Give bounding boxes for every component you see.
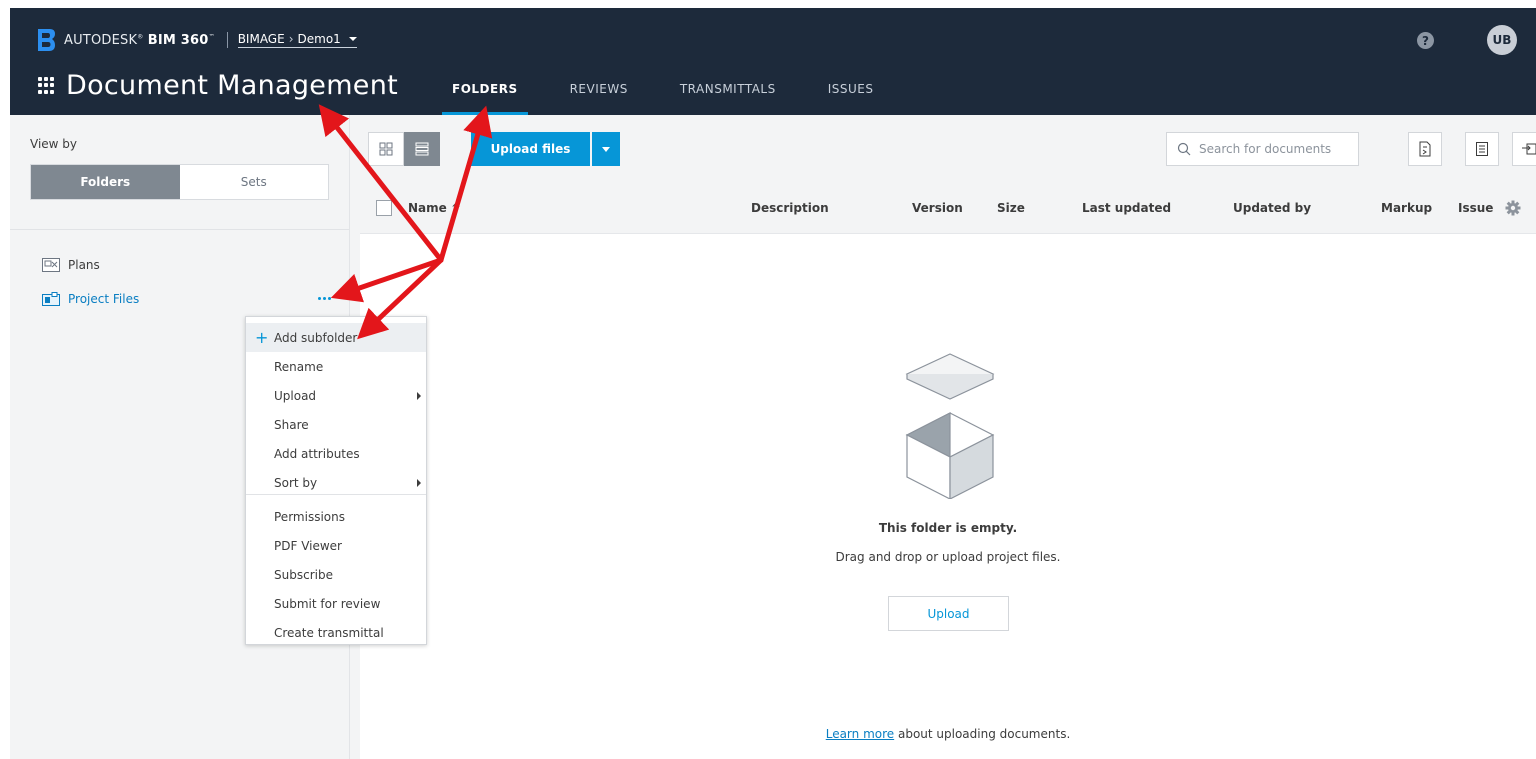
tree-item-label: Project Files bbox=[68, 292, 140, 306]
empty-state-title: This folder is empty. bbox=[878, 521, 1018, 535]
app-switcher-icon[interactable] bbox=[38, 76, 56, 95]
grid-view-button[interactable] bbox=[368, 132, 404, 166]
menu-item-share[interactable]: Share bbox=[246, 410, 426, 439]
view-by-toggle: Folders Sets bbox=[30, 164, 329, 200]
breadcrumb-arrow: › bbox=[288, 32, 294, 46]
chevron-down-icon[interactable] bbox=[348, 37, 357, 41]
project-files-folder-icon bbox=[42, 292, 60, 306]
empty-folder-box-icon bbox=[905, 353, 995, 499]
gear-icon[interactable] bbox=[1505, 200, 1521, 216]
folder-more-options-icon[interactable] bbox=[318, 297, 331, 300]
view-by-label: View by bbox=[30, 137, 78, 151]
chevron-down-icon bbox=[602, 146, 610, 152]
column-header-markup[interactable]: Markup bbox=[1381, 201, 1432, 215]
documents-toolbar: Upload files bbox=[360, 115, 1536, 182]
sidebar-divider bbox=[10, 229, 349, 230]
list-view-button[interactable] bbox=[404, 132, 440, 166]
brand-separator bbox=[226, 32, 228, 48]
bim360-logo-icon bbox=[38, 29, 55, 51]
breadcrumb-account[interactable]: BIMAGE bbox=[238, 32, 285, 46]
folder-context-menu: + Add subfolder Rename Upload Share Add … bbox=[245, 316, 427, 645]
menu-separator bbox=[246, 494, 426, 495]
column-header-updated-by[interactable]: Updated by bbox=[1233, 201, 1311, 215]
plans-folder-icon bbox=[42, 258, 60, 272]
module-tabs: FOLDERS REVIEWS TRANSMITTALS ISSUES bbox=[442, 82, 926, 115]
upload-dropdown-button[interactable] bbox=[592, 132, 620, 166]
column-header-description[interactable]: Description bbox=[751, 201, 829, 215]
menu-item-rename[interactable]: Rename bbox=[246, 352, 426, 381]
column-header-version[interactable]: Version bbox=[912, 201, 963, 215]
menu-item-add-attributes[interactable]: Add attributes bbox=[246, 439, 426, 468]
project-breadcrumb[interactable]: BIMAGE › Demo1 bbox=[237, 32, 357, 48]
segment-sets[interactable]: Sets bbox=[179, 165, 328, 199]
document-compare-icon bbox=[1419, 141, 1431, 157]
tree-item-label: Plans bbox=[68, 258, 100, 272]
tab-folders[interactable]: FOLDERS bbox=[442, 82, 528, 115]
search-box[interactable] bbox=[1166, 132, 1359, 166]
select-all-checkbox[interactable] bbox=[376, 200, 392, 216]
plus-icon: + bbox=[255, 328, 269, 347]
sort-ascending-icon: ^ bbox=[450, 201, 462, 215]
menu-item-add-subfolder[interactable]: + Add subfolder bbox=[246, 323, 426, 352]
column-header-last-updated[interactable]: Last updated bbox=[1082, 201, 1171, 215]
menu-item-permissions[interactable]: Permissions bbox=[246, 502, 426, 531]
grid-view-icon bbox=[379, 142, 393, 156]
tree-item-plans[interactable]: Plans bbox=[42, 258, 100, 272]
menu-item-create-transmittal[interactable]: Create transmittal bbox=[246, 618, 426, 647]
menu-item-subscribe[interactable]: Subscribe bbox=[246, 560, 426, 589]
user-avatar[interactable]: UB bbox=[1487, 25, 1517, 55]
brand-row: AUTODESK® BIM 360™ BIMAGE › Demo1 bbox=[38, 28, 357, 52]
report-icon bbox=[1476, 142, 1488, 156]
learn-more-text: Learn more about uploading documents. bbox=[825, 727, 1071, 741]
app-title-row: Document Management bbox=[38, 70, 398, 101]
list-view-icon bbox=[415, 142, 429, 156]
menu-item-upload[interactable]: Upload bbox=[246, 381, 426, 410]
app-title: Document Management bbox=[66, 70, 399, 101]
submenu-arrow-icon bbox=[417, 479, 421, 487]
upload-button[interactable]: Upload bbox=[888, 596, 1009, 631]
column-header-name[interactable]: Name ^ bbox=[408, 201, 461, 215]
documents-table-header: Name ^ Description Version Size Last upd… bbox=[360, 182, 1536, 234]
search-input[interactable] bbox=[1199, 142, 1349, 156]
submenu-arrow-icon bbox=[417, 392, 421, 400]
documents-pane: Upload files Search for documents Name ^… bbox=[360, 115, 1536, 759]
search-icon bbox=[1177, 142, 1191, 156]
segment-folders[interactable]: Folders bbox=[31, 165, 180, 199]
report-button[interactable] bbox=[1465, 132, 1499, 166]
tree-item-project-files[interactable]: Project Files bbox=[42, 292, 139, 306]
document-compare-button[interactable] bbox=[1408, 132, 1442, 166]
column-header-issue[interactable]: Issue bbox=[1458, 201, 1502, 215]
upload-files-button[interactable]: Upload files bbox=[471, 132, 590, 166]
column-header-size[interactable]: Size bbox=[997, 201, 1025, 215]
menu-item-submit-for-review[interactable]: Submit for review bbox=[246, 589, 426, 618]
brand-name: AUTODESK® BIM 360™ bbox=[64, 32, 215, 48]
tab-issues[interactable]: ISSUES bbox=[828, 82, 874, 115]
tab-transmittals[interactable]: TRANSMITTALS bbox=[680, 82, 776, 115]
empty-state-subtitle: Drag and drop or upload project files. bbox=[835, 550, 1061, 564]
breadcrumb-project[interactable]: Demo1 bbox=[298, 32, 341, 46]
export-icon bbox=[1522, 143, 1536, 155]
help-icon[interactable]: ? bbox=[1417, 32, 1434, 49]
menu-item-pdf-viewer[interactable]: PDF Viewer bbox=[246, 531, 426, 560]
menu-item-sort-by[interactable]: Sort by bbox=[246, 468, 426, 497]
bim360-app: AUTODESK® BIM 360™ BIMAGE › Demo1 ? UB D… bbox=[10, 8, 1536, 759]
export-button[interactable] bbox=[1512, 132, 1536, 166]
app-header: AUTODESK® BIM 360™ BIMAGE › Demo1 ? UB D… bbox=[10, 8, 1536, 115]
learn-more-link[interactable]: Learn more bbox=[826, 727, 894, 741]
tab-reviews[interactable]: REVIEWS bbox=[570, 82, 628, 115]
